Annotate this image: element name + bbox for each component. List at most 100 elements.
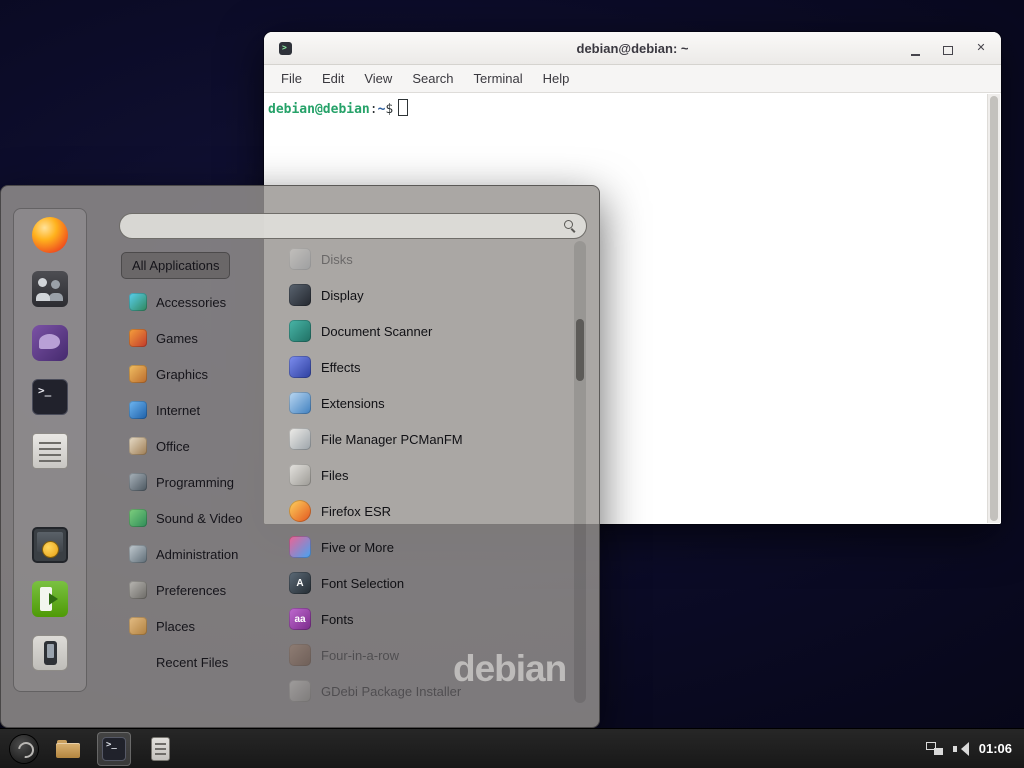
app-item-extensions[interactable]: Extensions [285, 385, 571, 421]
fonts-icon: aa [289, 608, 311, 630]
menubar-item-file[interactable]: File [272, 68, 311, 89]
app-label: Files [321, 468, 348, 483]
app-item-disks[interactable]: Disks [285, 241, 571, 277]
category-places[interactable]: Places [121, 608, 283, 644]
category-accessories[interactable]: Accessories [121, 284, 283, 320]
category-label: Accessories [156, 295, 226, 310]
category-administration[interactable]: Administration [121, 536, 283, 572]
category-icon [129, 581, 147, 599]
file-manager-icon [56, 740, 80, 758]
category-graphics[interactable]: Graphics [121, 356, 283, 392]
search-input[interactable] [129, 218, 563, 235]
font-selection-icon: A [289, 572, 311, 594]
category-icon [129, 329, 147, 347]
menubar-item-edit[interactable]: Edit [313, 68, 353, 89]
taskbar-app-software[interactable] [143, 732, 177, 766]
category-label: Places [156, 619, 195, 634]
terminal-scrollbar-thumb[interactable] [990, 96, 998, 521]
category-label: Internet [156, 403, 200, 418]
terminal-titlebar[interactable]: debian@debian: ~ [264, 32, 1001, 65]
favorite-terminal-icon[interactable] [32, 379, 68, 415]
favorite-users-icon[interactable] [32, 271, 68, 307]
menubar-item-help[interactable]: Help [534, 68, 579, 89]
effects-icon [289, 356, 311, 378]
app-label: Display [321, 288, 364, 303]
app-item-five-or-more[interactable]: Five or More [285, 529, 571, 565]
category-label: Office [156, 439, 190, 454]
app-item-fonts[interactable]: aa Fonts [285, 601, 571, 637]
network-icon[interactable] [926, 742, 943, 755]
system-tray: 01:06 [926, 741, 1016, 756]
volume-icon[interactable] [953, 742, 969, 756]
firefox-esr-icon [289, 500, 311, 522]
prompt-separator: : [370, 102, 378, 117]
app-label: GDebi Package Installer [321, 684, 461, 699]
favorite-chat-icon[interactable] [32, 325, 68, 361]
category-icon [129, 437, 147, 455]
category-preferences[interactable]: Preferences [121, 572, 283, 608]
prompt-symbol: $ [385, 102, 393, 117]
category-icon [129, 545, 147, 563]
app-label: Extensions [321, 396, 385, 411]
menubar-item-search[interactable]: Search [403, 68, 462, 89]
category-recent-files[interactable]: Recent Files [121, 644, 283, 680]
category-internet[interactable]: Internet [121, 392, 283, 428]
application-menu: All Applications Accessories Games Graphics… [0, 185, 600, 728]
display-icon [289, 284, 311, 306]
app-item-display[interactable]: Display [285, 277, 571, 313]
app-item-font-selection[interactable]: A Font Selection [285, 565, 571, 601]
category-icon [129, 293, 147, 311]
files-icon [289, 464, 311, 486]
search-bar [119, 213, 587, 239]
close-button[interactable] [971, 38, 991, 58]
favorite-display-icon[interactable] [32, 527, 68, 563]
app-item-effects[interactable]: Effects [285, 349, 571, 385]
favorite-firefox-icon[interactable] [32, 217, 68, 253]
menu-button[interactable] [8, 733, 40, 765]
category-label: Preferences [156, 583, 226, 598]
app-item-firefox-esr[interactable]: Firefox ESR [285, 493, 571, 529]
category-label: Graphics [156, 367, 208, 382]
category-label: Games [156, 331, 198, 346]
window-controls [905, 38, 991, 58]
menubar-item-terminal[interactable]: Terminal [465, 68, 532, 89]
category-programming[interactable]: Programming [121, 464, 283, 500]
favorite-power-icon[interactable] [32, 635, 68, 671]
search-icon [563, 219, 577, 233]
terminal-scrollbar[interactable] [987, 94, 1000, 523]
category-icon [129, 617, 147, 635]
category-icon [129, 509, 147, 527]
category-all-applications[interactable]: All Applications [121, 252, 230, 279]
app-item-four-in-a-row[interactable]: Four-in-a-row [285, 637, 571, 673]
category-icon [129, 365, 147, 383]
category-label: Sound & Video [156, 511, 243, 526]
taskbar-app-terminal[interactable] [97, 732, 131, 766]
extensions-icon [289, 392, 311, 414]
app-item-file-manager-pcmanfm[interactable]: File Manager PCManFM [285, 421, 571, 457]
app-item-gdebi-package-installer[interactable]: GDebi Package Installer [285, 673, 571, 703]
category-icon [129, 473, 147, 491]
category-sound-video[interactable]: Sound & Video [121, 500, 283, 536]
app-label: Fonts [321, 612, 354, 627]
gdebi-package-installer-icon [289, 680, 311, 702]
category-games[interactable]: Games [121, 320, 283, 356]
menu-scrollbar-thumb[interactable] [576, 319, 584, 381]
taskbar-app-file-manager[interactable] [51, 732, 85, 766]
terminal-cursor [398, 99, 408, 116]
app-label: Disks [321, 252, 353, 267]
favorite-documents-icon[interactable] [32, 433, 68, 469]
maximize-button[interactable] [938, 38, 958, 58]
category-office[interactable]: Office [121, 428, 283, 464]
app-label: Font Selection [321, 576, 404, 591]
clock[interactable]: 01:06 [979, 741, 1012, 756]
app-label: Document Scanner [321, 324, 432, 339]
category-label: Administration [156, 547, 238, 562]
menu-scrollbar[interactable] [574, 241, 586, 703]
minimize-button[interactable] [905, 38, 925, 58]
category-label: Programming [156, 475, 234, 490]
app-item-files[interactable]: Files [285, 457, 571, 493]
app-label: Effects [321, 360, 361, 375]
app-item-document-scanner[interactable]: Document Scanner [285, 313, 571, 349]
menubar-item-view[interactable]: View [355, 68, 401, 89]
favorite-logout-icon[interactable] [32, 581, 68, 617]
